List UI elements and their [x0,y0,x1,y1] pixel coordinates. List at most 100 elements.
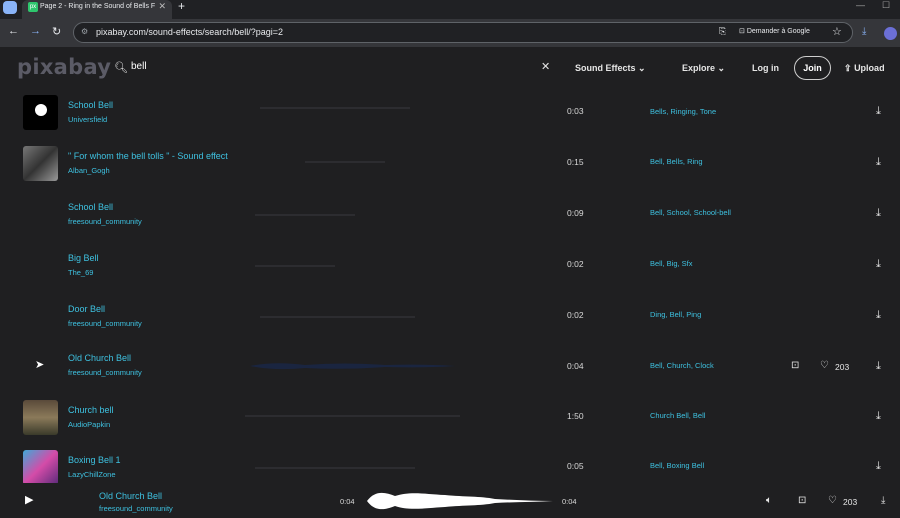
track-waveform[interactable] [245,200,460,220]
track-duration: 0:05 [567,461,584,471]
track-title[interactable]: School Bell [68,202,113,212]
track-tags[interactable]: Church Bell, Bell [650,411,705,420]
track-waveform[interactable] [245,149,460,169]
track-title[interactable]: Boxing Bell 1 [68,455,121,465]
install-app-icon[interactable]: ⎘ [719,26,726,37]
track-author[interactable]: Universfield [68,115,107,124]
total-time: 0:04 [562,497,577,506]
track-tags[interactable]: Ding, Bell, Ping [650,310,701,319]
omnibox[interactable]: ⚙ pixabay.com/sound-effects/search/bell/… [73,22,853,43]
minimize-icon[interactable]: — [856,0,865,10]
close-tab-icon[interactable]: ✕ [158,0,166,13]
download-icon[interactable]: ⤓ [876,105,881,118]
pixabay-logo[interactable]: pixabay [17,55,111,79]
track-duration: 0:02 [567,310,584,320]
track-title[interactable]: " For whom the bell tolls " - Sound effe… [68,151,228,161]
track-author[interactable]: The_69 [68,268,93,277]
search-input[interactable] [131,61,431,72]
track-duration: 0:04 [567,361,584,371]
url-text[interactable]: pixabay.com/sound-effects/search/bell/?p… [96,27,283,37]
site-header: pixabay 🔍︎ ✕ Sound Effects ⌄ Explore ⌄ L… [0,47,900,90]
track-row[interactable]: Door Bell freesound_community 0:02 Ding,… [0,298,900,349]
tab-title: Page 2 - Ring in the Sound of Bells F [40,3,156,10]
track-tags[interactable]: Bells, Ringing, Tone [650,107,716,116]
track-waveform[interactable] [245,302,460,322]
heart-icon[interactable]: ♡ [828,495,837,506]
track-duration: 0:03 [567,106,584,116]
login-link[interactable]: Log in [752,63,779,73]
track-duration: 0:02 [567,259,584,269]
maximize-icon[interactable]: ☐ [882,0,890,11]
track-waveform[interactable] [245,403,460,423]
bookmark-star-icon[interactable]: ☆ [832,25,842,38]
track-title[interactable]: Church bell [68,405,114,415]
volume-icon[interactable]: 🔈︎ [766,495,772,506]
track-author[interactable]: AudioPapkin [68,420,110,429]
tab-search-button[interactable] [3,1,17,14]
track-author[interactable]: LazyChillZone [68,470,116,479]
elapsed-time: 0:04 [340,497,355,506]
download-icon[interactable]: ⤓ [876,410,881,423]
forward-icon[interactable]: → [30,25,41,37]
track-waveform[interactable] [245,98,460,118]
bookmark-icon[interactable]: ⊡ [791,360,799,371]
download-icon[interactable]: ⤓ [876,156,881,169]
clear-search-icon[interactable]: ✕ [541,60,550,73]
track-row[interactable]: School Bell freesound_community 0:09 Bel… [0,196,900,247]
download-icon[interactable]: ⤓ [876,360,881,373]
track-tags[interactable]: Bell, Boxing Bell [650,461,704,470]
track-tags[interactable]: Bell, Bells, Ring [650,157,703,166]
back-icon[interactable]: ← [8,25,19,37]
audio-player-bar: ▶ Old Church Bell freesound_community 0:… [0,483,900,518]
search-icon: 🔍︎ [114,62,128,74]
player-author[interactable]: freesound_community [99,504,173,513]
site-info-icon[interactable]: ⚙ [81,27,88,36]
track-row[interactable]: " For whom the bell tolls " - Sound effe… [0,145,900,196]
track-author[interactable]: freesound_community [68,368,142,377]
reload-icon[interactable]: ↻ [52,25,61,38]
profile-avatar[interactable] [884,27,897,40]
track-tags[interactable]: Bell, School, School-bell [650,208,731,217]
track-thumbnail [23,450,58,485]
track-author[interactable]: freesound_community [68,217,142,226]
track-author[interactable]: Alban_Gogh [68,166,110,175]
track-waveform[interactable] [245,453,460,473]
new-tab-button[interactable]: + [178,0,185,13]
track-title[interactable]: Door Bell [68,304,105,314]
like-count: 203 [835,362,850,372]
track-duration: 1:50 [567,411,584,421]
heart-icon[interactable]: ♡ [820,360,829,371]
player-title[interactable]: Old Church Bell [99,491,162,501]
track-row[interactable]: School Bell Universfield 0:03 Bells, Rin… [0,94,900,145]
download-icon[interactable]: ⤓ [876,309,881,322]
downloads-icon[interactable]: ⤓ [862,26,866,37]
download-icon[interactable]: ⤓ [876,460,881,473]
play-cursor-icon: ➤ [35,359,45,371]
track-author[interactable]: freesound_community [68,319,142,328]
track-waveform[interactable] [245,251,460,271]
download-icon[interactable]: ⤓ [876,207,881,220]
track-title[interactable]: School Bell [68,100,113,110]
player-waveform[interactable] [365,488,555,514]
upload-button[interactable]: ⇪ Upload [844,63,885,74]
bookmark-icon[interactable]: ⊡ [798,495,806,506]
track-tags[interactable]: Bell, Big, Sfx [650,259,693,268]
sound-effects-menu[interactable]: Sound Effects ⌄ [575,63,646,74]
ask-google-button[interactable]: ⊡ Demander à Google [739,27,810,35]
track-tags[interactable]: Bell, Church, Clock [650,361,714,370]
moon-icon [35,104,47,116]
upload-icon: ⇪ [844,63,852,73]
download-icon[interactable]: ⤓ [876,258,881,271]
download-icon[interactable]: ⤓ [881,495,885,506]
track-row[interactable]: Church bell AudioPapkin 1:50 Church Bell… [0,399,900,450]
explore-menu[interactable]: Explore ⌄ [682,63,725,74]
join-button[interactable]: Join [794,56,831,80]
track-title[interactable]: Big Bell [68,253,99,263]
track-title[interactable]: Old Church Bell [68,353,131,363]
track-row[interactable]: Big Bell The_69 0:02 Bell, Big, Sfx ⤓ [0,247,900,298]
browser-tab[interactable]: px Page 2 - Ring in the Sound of Bells F… [22,0,172,19]
track-waveform[interactable] [245,353,460,373]
track-row[interactable]: ➤ Old Church Bell freesound_community 0:… [0,349,900,400]
address-bar-row: ← → ↻ ⚙ pixabay.com/sound-effects/search… [0,19,900,47]
play-icon[interactable]: ▶ [25,493,33,506]
